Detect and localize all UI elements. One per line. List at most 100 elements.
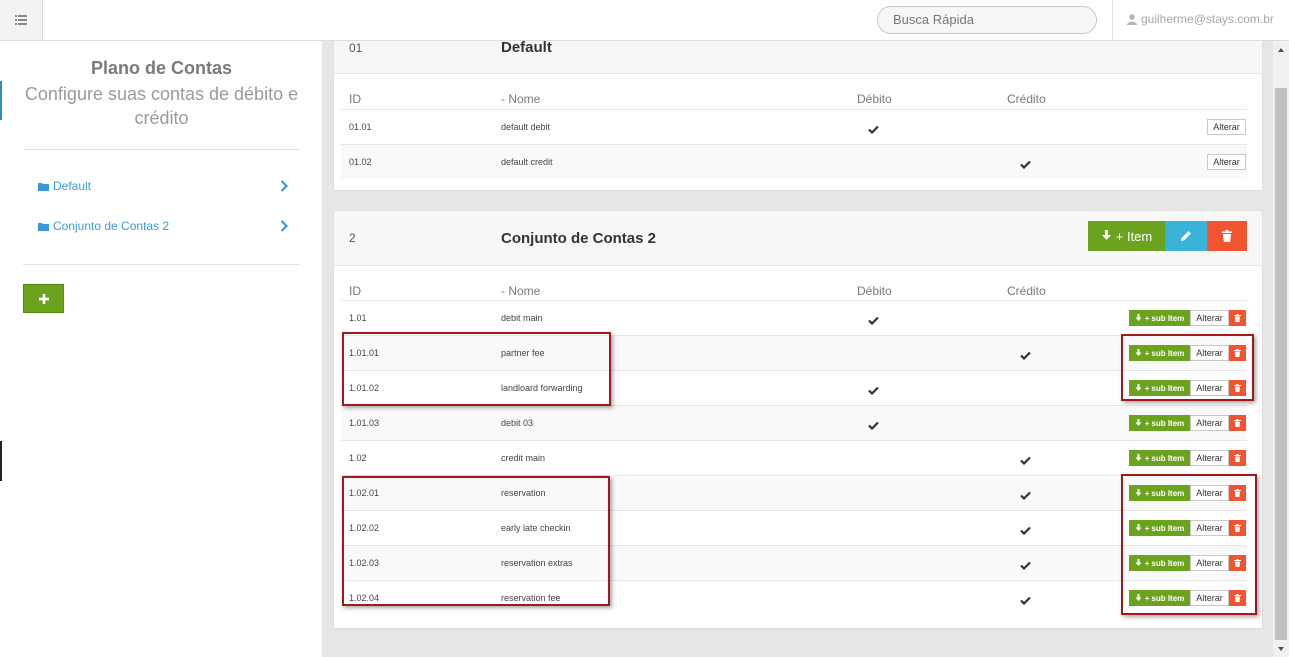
arrow-down-plus-icon bbox=[1135, 314, 1143, 322]
row-name: debit main bbox=[501, 313, 543, 323]
arrow-down-plus-icon bbox=[1135, 454, 1143, 462]
edit-group-button[interactable] bbox=[1165, 221, 1207, 251]
credit-check-icon bbox=[1020, 156, 1031, 170]
table-row: 1.01 debit main + sub Item Alterar bbox=[341, 300, 1247, 335]
quick-search-input[interactable]: Busca Rápida bbox=[877, 6, 1097, 34]
add-sub-item-button[interactable]: + sub Item bbox=[1129, 310, 1190, 326]
chevron-right-icon bbox=[280, 220, 288, 232]
panel-header: 01 Default bbox=[334, 41, 1262, 74]
col-header-id: ID bbox=[349, 284, 361, 298]
row-id: 1.02 bbox=[349, 453, 367, 463]
divider bbox=[23, 149, 300, 150]
user-menu[interactable]: guilherme@stays.com.br bbox=[1127, 12, 1274, 26]
pencil-icon bbox=[1181, 231, 1191, 241]
sidebar: Plano de Contas Configure suas contas de… bbox=[0, 41, 323, 657]
credit-check-icon bbox=[1020, 592, 1031, 606]
user-email: guilherme@stays.com.br bbox=[1141, 12, 1274, 26]
alterar-button[interactable]: Alterar bbox=[1207, 154, 1246, 170]
trash-icon bbox=[1234, 454, 1241, 462]
sidebar-item-conjunto-2[interactable]: Conjunto de Contas 2 bbox=[38, 216, 288, 236]
row-id: 01.01 bbox=[349, 122, 372, 132]
table-row: 01.01 default debit Alterar bbox=[341, 109, 1247, 144]
sub-item-label: sub Item bbox=[1151, 418, 1185, 428]
delete-item-button[interactable] bbox=[1229, 415, 1246, 431]
plus-icon bbox=[38, 293, 49, 304]
menu-icon bbox=[15, 15, 27, 25]
sidebar-item-label: Default bbox=[53, 179, 92, 193]
row-name: default debit bbox=[501, 122, 551, 132]
scroll-down-icon[interactable] bbox=[1276, 645, 1286, 653]
col-header-debit: Débito bbox=[857, 284, 892, 298]
delete-item-button[interactable] bbox=[1229, 450, 1246, 466]
debit-check-icon bbox=[868, 121, 879, 135]
scroll-up-icon[interactable] bbox=[1276, 46, 1286, 54]
row-name: credit main bbox=[501, 453, 546, 463]
arrow-down-plus-icon bbox=[1101, 230, 1111, 240]
group-id: 2 bbox=[349, 231, 356, 245]
page-subtitle: Configure suas contas de débito e crédit… bbox=[24, 84, 299, 128]
delete-group-button[interactable] bbox=[1207, 221, 1247, 251]
sub-item-label: sub Item bbox=[1151, 313, 1185, 323]
row-id: 01.02 bbox=[349, 157, 372, 167]
add-item-button[interactable]: + Item bbox=[1088, 221, 1165, 251]
table-row: 1.02 credit main + sub Item Alterar bbox=[341, 440, 1247, 475]
row-name: default credit bbox=[501, 157, 553, 167]
add-item-text: Item bbox=[1126, 228, 1153, 244]
edge-marker bbox=[0, 81, 2, 120]
alterar-button[interactable]: Alterar bbox=[1207, 119, 1246, 135]
add-item-label: + Item bbox=[1115, 228, 1153, 244]
arrow-down-plus-icon bbox=[1135, 419, 1143, 427]
top-bar: Busca Rápida guilherme@stays.com.br bbox=[0, 0, 1289, 41]
debit-check-icon bbox=[868, 382, 879, 396]
divider bbox=[23, 264, 300, 265]
col-header-name: - Nome bbox=[501, 92, 541, 106]
divider bbox=[1112, 0, 1113, 40]
credit-check-icon bbox=[1020, 487, 1031, 501]
group-id: 01 bbox=[349, 41, 363, 55]
credit-check-icon bbox=[1020, 347, 1031, 361]
row-name: debit 03 bbox=[501, 418, 534, 428]
alterar-button[interactable]: Alterar bbox=[1190, 450, 1229, 466]
row-id: 1.01.03 bbox=[349, 418, 380, 428]
col-header-credit: Crédito bbox=[1007, 92, 1046, 106]
user-icon bbox=[1127, 13, 1137, 25]
plus-sign: + bbox=[1144, 418, 1150, 428]
col-header-debit: Débito bbox=[857, 92, 892, 106]
chevron-right-icon bbox=[280, 180, 288, 192]
col-header-name: - Nome bbox=[501, 284, 541, 298]
add-sub-item-button[interactable]: + sub Item bbox=[1129, 415, 1190, 431]
alterar-button[interactable]: Alterar bbox=[1190, 415, 1229, 431]
highlight-box bbox=[342, 332, 611, 406]
folder-icon bbox=[38, 182, 49, 191]
plus-sign: + bbox=[1144, 313, 1150, 323]
folder-icon bbox=[38, 222, 49, 231]
credit-check-icon bbox=[1020, 452, 1031, 466]
add-sub-item-button[interactable]: + sub Item bbox=[1129, 450, 1190, 466]
group-name: Default bbox=[501, 41, 552, 56]
col-header-credit: Crédito bbox=[1007, 284, 1046, 298]
table-row: 01.02 default credit Alterar bbox=[341, 144, 1247, 179]
trash-icon bbox=[1234, 314, 1241, 322]
highlight-box bbox=[1121, 334, 1254, 401]
credit-check-icon bbox=[1020, 557, 1031, 571]
highlight-box bbox=[342, 476, 610, 606]
row-id: 1.01 bbox=[349, 313, 367, 323]
trash-icon bbox=[1222, 230, 1232, 242]
page-title: Plano de Contas bbox=[90, 58, 233, 78]
debit-check-icon bbox=[868, 417, 879, 431]
scrollbar-thumb[interactable] bbox=[1275, 88, 1287, 640]
group-name: Conjunto de Contas 2 bbox=[501, 230, 656, 247]
sidebar-item-default[interactable]: Default bbox=[38, 176, 288, 196]
debit-check-icon bbox=[868, 312, 879, 326]
menu-toggle-button[interactable] bbox=[0, 0, 43, 40]
highlight-box bbox=[1121, 474, 1257, 615]
delete-item-button[interactable] bbox=[1229, 310, 1246, 326]
trash-icon bbox=[1234, 419, 1241, 427]
sub-item-label: sub Item bbox=[1151, 453, 1185, 463]
table-row: 1.01.03 debit 03 + sub Item Alterar bbox=[341, 405, 1247, 440]
col-header-id: ID bbox=[349, 92, 361, 106]
alterar-button[interactable]: Alterar bbox=[1190, 310, 1229, 326]
panel-header: 2 Conjunto de Contas 2 + Item bbox=[334, 211, 1262, 266]
add-group-button[interactable] bbox=[23, 284, 64, 313]
edge-marker bbox=[0, 441, 2, 481]
